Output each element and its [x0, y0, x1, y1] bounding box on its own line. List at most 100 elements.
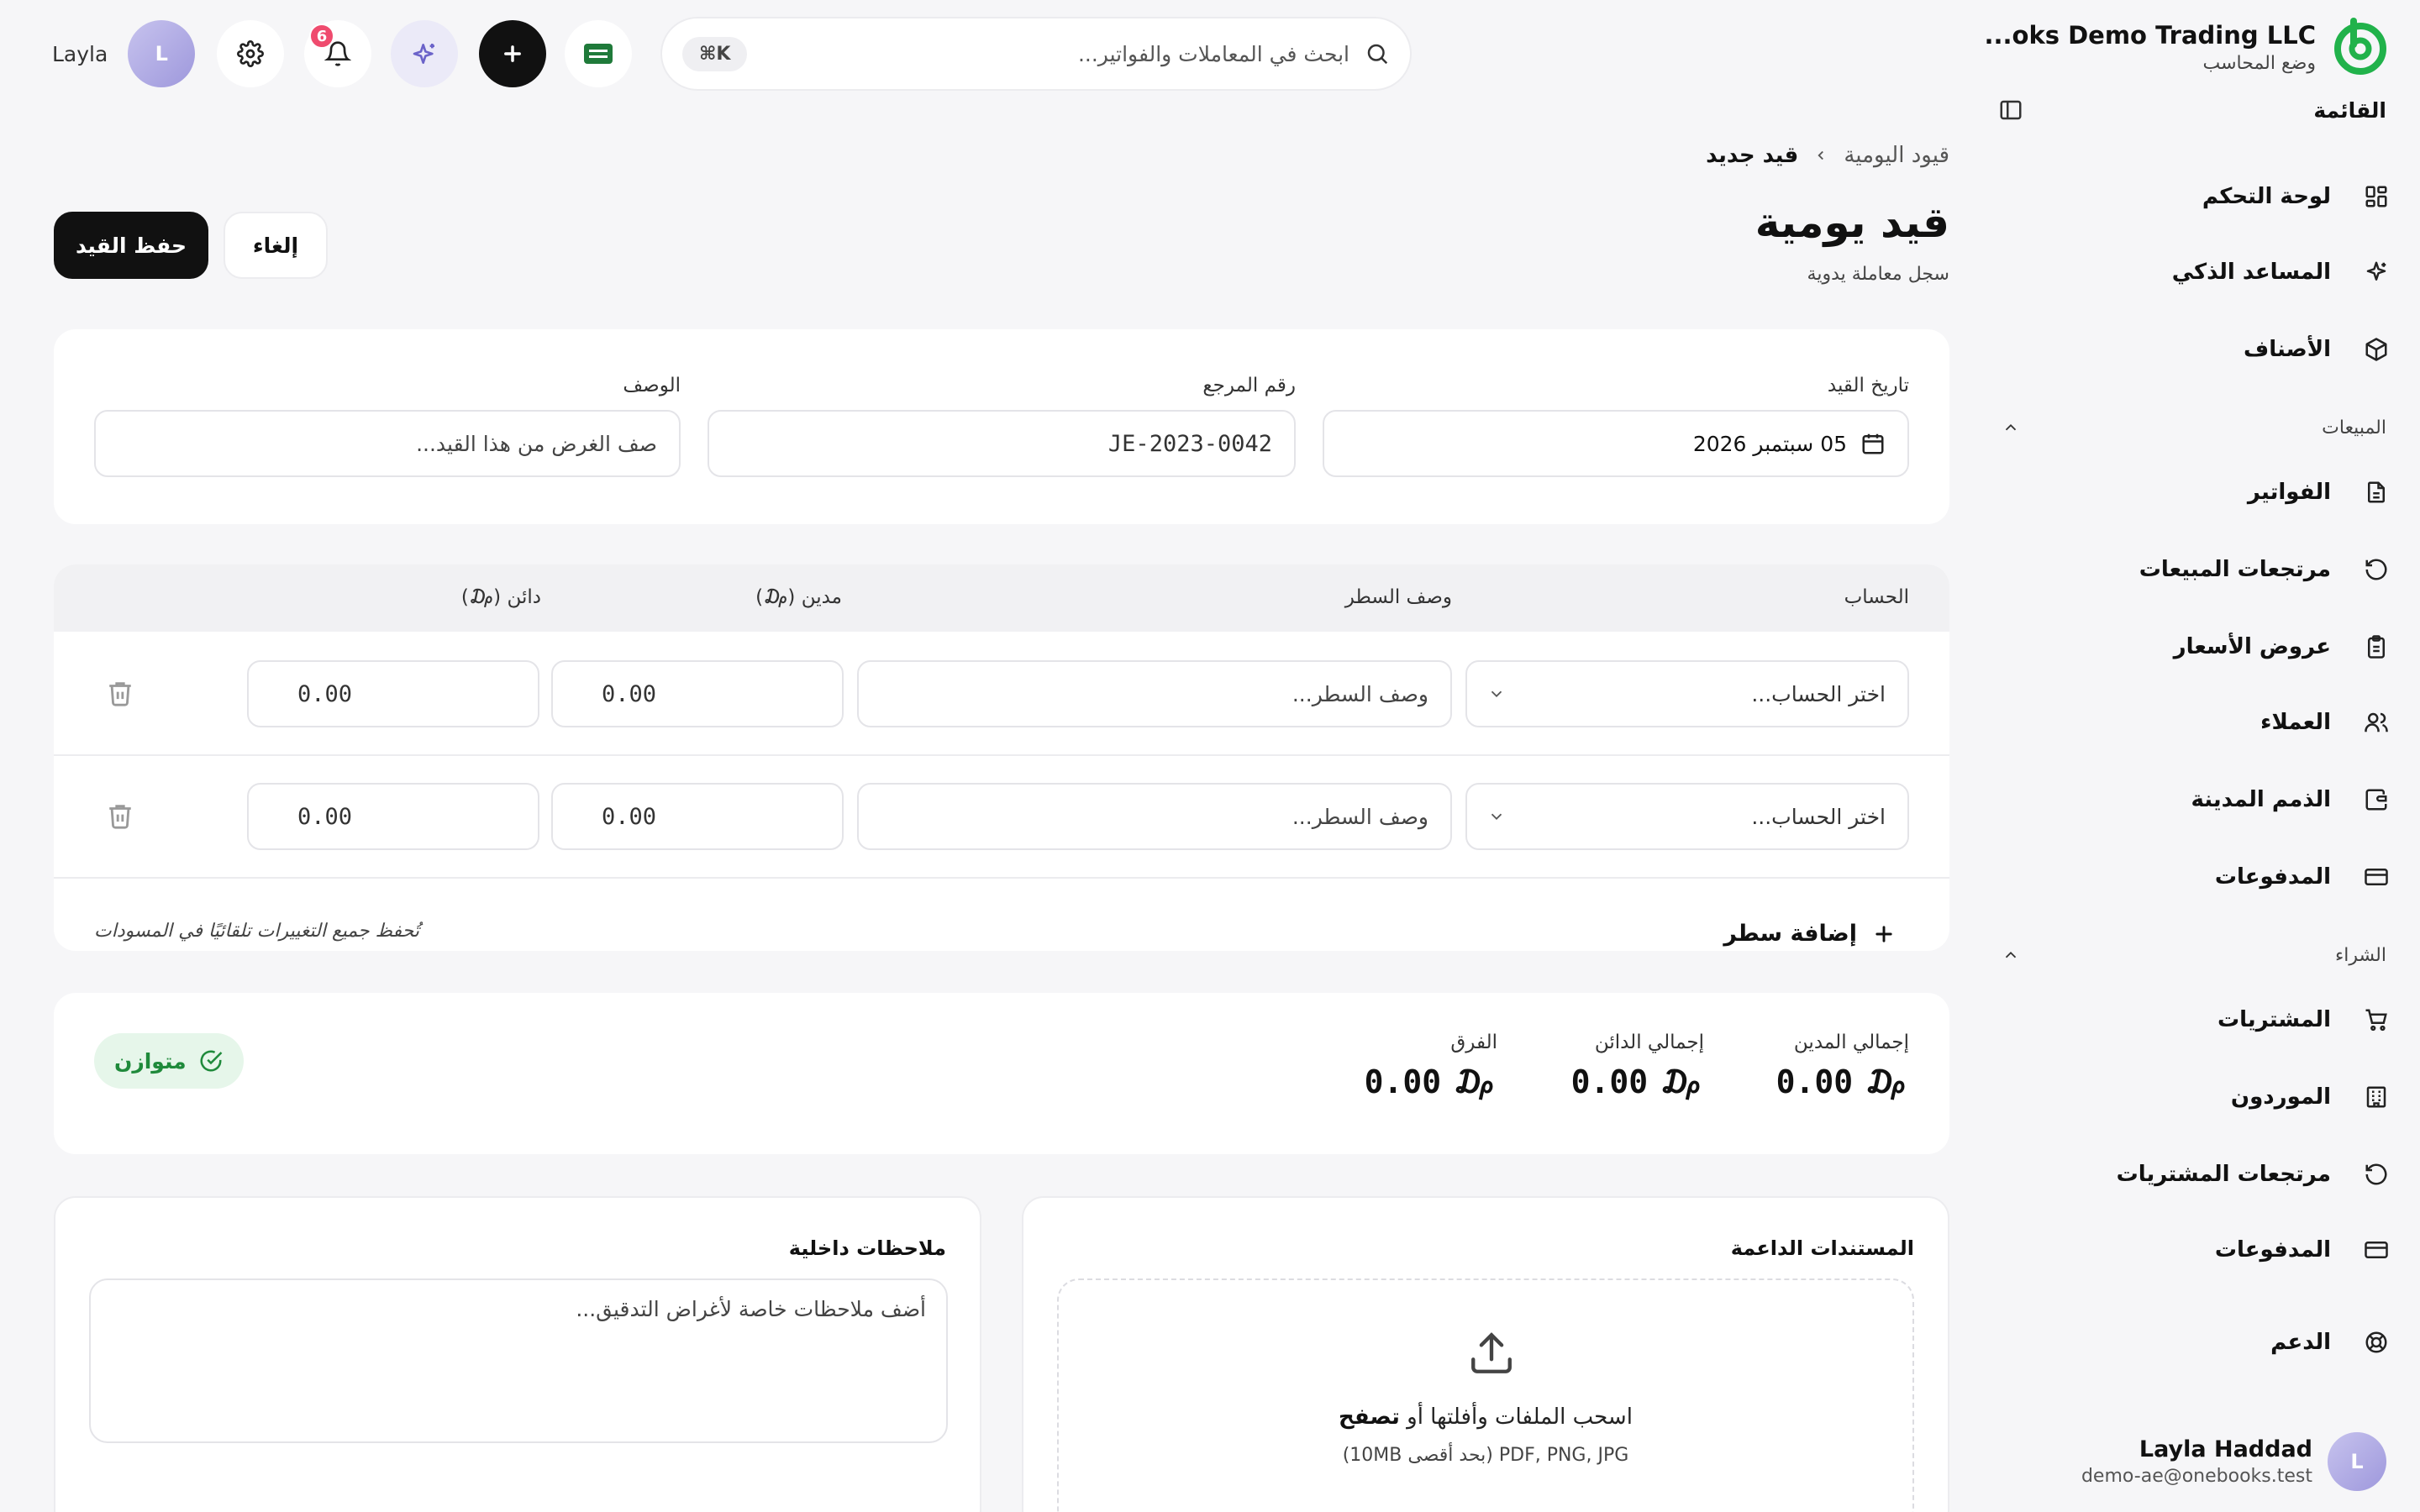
notes-title: ملاحظات داخلية [788, 1236, 946, 1260]
total-debit: إجمالي المدين 0.00 ₯ [1776, 1032, 1909, 1100]
sidebar-item-purchase-payments[interactable]: المدفوعات [1983, 1220, 2403, 1280]
entry-details-card: تاريخ القيد 05 سبتمبر 2026 رقم المرجع JE… [54, 329, 1949, 524]
avatar: L [128, 20, 196, 87]
sidebar-item-ai-assistant[interactable]: المساعد الذكي [1983, 242, 2403, 302]
sparkles-icon [2349, 245, 2403, 299]
purchases-section-header[interactable]: الشراء [1996, 941, 2386, 969]
save-entry-button[interactable]: حفظ القيد [54, 212, 208, 279]
file-icon [2349, 465, 2403, 519]
date-field[interactable]: 05 سبتمبر 2026 [1323, 410, 1909, 477]
credit-field[interactable]: 0.00 [247, 660, 539, 727]
sidebar-collapse-icon[interactable] [1996, 96, 2025, 124]
card-icon [2349, 850, 2403, 904]
difference-amount: 0.00 ₯ [1365, 1063, 1497, 1100]
sidebar-item-purchases[interactable]: المشتريات [1983, 990, 2403, 1050]
dropzone-text: اسحب الملفات وأفلتها أو تصفح [1059, 1404, 1912, 1430]
account-select[interactable]: اختر الحساب... [1465, 660, 1909, 727]
users-icon [2349, 696, 2403, 749]
browse-link[interactable]: تصفح [1339, 1404, 1400, 1430]
search-icon [1365, 41, 1390, 66]
description-field[interactable]: صف الغرض من هذا القيد... [94, 410, 681, 477]
chevron-up-icon[interactable] [1996, 941, 2025, 969]
topbar-user[interactable]: Layla L [52, 20, 196, 87]
sidebar-item-label: العملاء [2260, 710, 2331, 735]
total-debit-value: 0.00 [1776, 1063, 1854, 1100]
plus-icon [1872, 922, 1896, 946]
sidebar-item-label: عروض الأسعار [2173, 634, 2331, 659]
description-label: الوصف [623, 375, 681, 396]
debit-field[interactable]: 0.00 [551, 783, 844, 850]
user-card[interactable]: L Layla Haddad demo-ae@onebooks.test [2081, 1428, 2386, 1495]
sidebar-item-receivables[interactable]: الذمم المدينة [1983, 769, 2403, 830]
breadcrumb-parent[interactable]: قيود اليومية [1844, 143, 1949, 168]
add-line-label: إضافة سطر [1723, 921, 1857, 947]
lifebuoy-icon [2349, 1315, 2403, 1369]
column-debit: مدين (₯) [755, 586, 842, 608]
settings-button[interactable] [217, 20, 284, 87]
clipboard-icon [2349, 620, 2403, 674]
user-name: Layla Haddad [2139, 1436, 2312, 1462]
notifications-button[interactable]: 6 [304, 20, 371, 87]
sidebar-item-label: لوحة التحكم [2202, 184, 2331, 209]
dropzone-instruction: اسحب الملفات وأفلتها أو [1407, 1404, 1633, 1430]
trash-icon[interactable] [106, 679, 134, 707]
sidebar-item-sales-payments[interactable]: المدفوعات [1983, 847, 2403, 907]
search-shortcut: ⌘K [682, 36, 748, 71]
difference-label: الفرق [1450, 1032, 1497, 1053]
credit-field[interactable]: 0.00 [247, 783, 539, 850]
difference-value: 0.00 [1364, 1063, 1442, 1100]
sidebar-item-support[interactable]: الدعم [1983, 1312, 2403, 1373]
calendar-icon [1860, 431, 1886, 456]
building-icon [2349, 1070, 2403, 1124]
total-debit-label: إجمالي المدين [1793, 1032, 1909, 1053]
sidebar-item-purchase-returns[interactable]: مرتجعات المشتريات [1983, 1144, 2403, 1205]
cancel-button[interactable]: إلغاء [224, 212, 328, 279]
menu-header: القائمة [1996, 96, 2386, 124]
sidebar-item-label: المشتريات [2217, 1007, 2331, 1032]
chevron-up-icon[interactable] [1996, 413, 2025, 442]
total-credit-value: 0.00 [1570, 1063, 1649, 1100]
page-title: قيد يومية [1754, 198, 1949, 247]
grid-icon [2349, 170, 2403, 223]
sparkles-icon [411, 40, 438, 67]
attachments-title: المستندات الداعمة [1730, 1236, 1914, 1260]
page-subtitle: سجل معاملة يدوية [1807, 264, 1949, 285]
topbar-user-name: Layla [52, 41, 108, 66]
menu-title: القائمة [2313, 97, 2386, 123]
status-label: متوازن [114, 1048, 187, 1074]
sales-section-header[interactable]: المبيعات [1996, 413, 2386, 442]
cart-icon [2349, 993, 2403, 1047]
search-bar[interactable]: ابحث في المعاملات والفواتير... ⌘K [660, 17, 1412, 91]
debit-field[interactable]: 0.00 [551, 660, 844, 727]
sidebar-item-quotes[interactable]: عروض الأسعار [1983, 617, 2403, 677]
sidebar-item-invoices[interactable]: الفواتير [1983, 462, 2403, 522]
sidebar-item-label: الأصناف [2244, 337, 2331, 362]
sidebar-item-suppliers[interactable]: الموردون [1983, 1067, 2403, 1127]
brand[interactable]: ...oks Demo Trading LLC وضع المحاسب [1984, 13, 2390, 81]
search-input[interactable]: ابحث في المعاملات والفواتير... [762, 42, 1349, 66]
journal-lines-card: الحساب وصف السطر مدين (₯) دائن (₯) اختر … [54, 564, 1949, 951]
trash-icon[interactable] [106, 801, 134, 830]
line-description-field[interactable]: وصف السطر... [857, 660, 1452, 727]
total-credit-amount: 0.00 ₯ [1571, 1063, 1704, 1100]
sidebar-item-sales-returns[interactable]: مرتجعات المبيعات [1983, 539, 2403, 600]
reference-label: رقم المرجع [1202, 375, 1296, 396]
reference-field[interactable]: JE-2023-0042 [708, 410, 1296, 477]
file-dropzone[interactable]: اسحب الملفات وأفلتها أو تصفح PDF, PNG, J… [1057, 1278, 1914, 1512]
add-line-button[interactable]: إضافة سطر [1723, 921, 1896, 947]
line-description-field[interactable]: وصف السطر... [857, 783, 1452, 850]
sidebar-item-customers[interactable]: العملاء [1983, 692, 2403, 753]
chevron-down-icon [1487, 807, 1506, 826]
sidebar-item-label: مرتجعات المشتريات [2116, 1162, 2331, 1187]
ledger-button[interactable] [565, 20, 632, 87]
card-icon [2349, 1223, 2403, 1277]
create-new-button[interactable] [479, 20, 546, 87]
sidebar-item-dashboard[interactable]: لوحة التحكم [1983, 166, 2403, 227]
ledger-icon [583, 41, 613, 66]
account-select[interactable]: اختر الحساب... [1465, 783, 1909, 850]
sidebar-item-items[interactable]: الأصناف [1983, 319, 2403, 380]
row-divider [54, 754, 1949, 756]
ai-assistant-button[interactable] [391, 20, 458, 87]
notes-card: ملاحظات داخلية أضف ملاحظات خاصة لأغراض ا… [54, 1196, 981, 1512]
notes-textarea[interactable]: أضف ملاحظات خاصة لأغراض التدقيق... [89, 1278, 948, 1443]
